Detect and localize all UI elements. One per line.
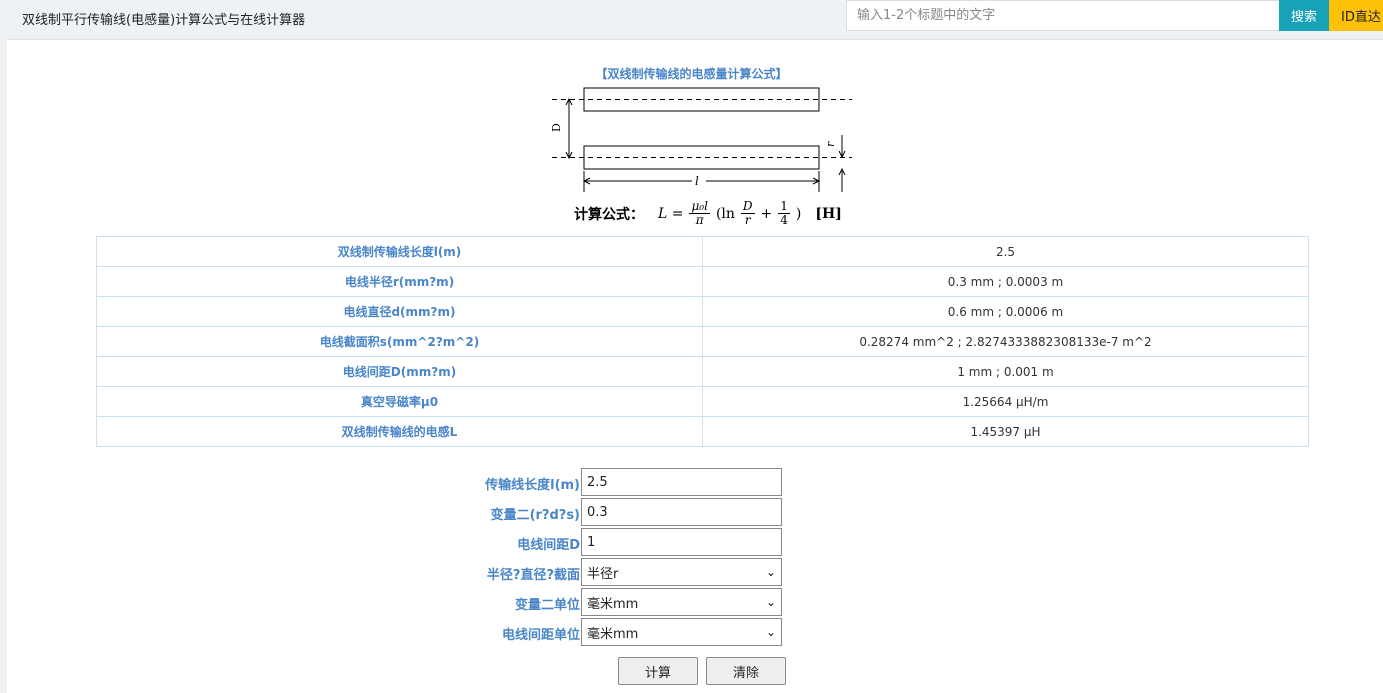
- form-row-spacing-unit: 电线间距单位 毫米mm ⌄: [0, 617, 1383, 647]
- formula-ln: (ln: [715, 205, 735, 222]
- result-value: 0.3 mm ; 0.0003 m: [702, 266, 1309, 297]
- result-label: 电线直径d(mm?m): [96, 296, 703, 327]
- result-label: 电线截面积s(mm^2?m^2): [96, 326, 703, 357]
- formula-inner-numerator: D: [740, 199, 755, 214]
- formula: 计算公式： L = μ₀l π (ln D r + 1 4 ) [H]: [574, 200, 842, 227]
- formula-plus: +: [760, 205, 773, 222]
- result-label: 真空导磁率μ0: [96, 386, 703, 417]
- l-label: l: [695, 174, 699, 188]
- formula-numerator: μ₀l: [689, 199, 710, 214]
- form-row-length: 传输线长度l(m): [0, 467, 1383, 497]
- result-value: 1.45397 μH: [702, 416, 1309, 447]
- chevron-down-icon: ⌄: [765, 565, 776, 579]
- clear-button[interactable]: 清除: [706, 657, 786, 685]
- var2-unit-label: 变量二单位: [514, 598, 580, 613]
- results-table: 双线制传输线长度l(m) 2.5 电线半径r(mm?m) 0.3 mm ; 0.00…: [96, 236, 1309, 447]
- table-row: 双线制传输线长度l(m) 2.5: [96, 236, 1309, 267]
- search-input[interactable]: [846, 0, 1280, 31]
- table-row: 电线截面积s(mm^2?m^2) 0.28274 mm^2 ; 2.8274333…: [96, 326, 1309, 357]
- formula-unit: [H]: [815, 205, 842, 222]
- d-label: D: [552, 123, 563, 132]
- table-row: 电线间距D(mm?m) 1 mm ; 0.001 m: [96, 356, 1309, 387]
- calculate-button[interactable]: 计算: [618, 657, 698, 685]
- length-input[interactable]: [581, 468, 782, 496]
- table-row: 双线制传输线的电感L 1.45397 μH: [96, 416, 1309, 447]
- result-label: 电线半径r(mm?m): [96, 266, 703, 297]
- spacing-label: 电线间距D: [517, 538, 580, 553]
- two-wire-diagram: D r l: [552, 87, 852, 192]
- length-label: 传输线长度l(m): [485, 478, 580, 493]
- spacing-unit-label: 电线间距单位: [501, 628, 580, 643]
- var2-label: 变量二(r?d?s): [490, 508, 580, 523]
- spacing-unit-select[interactable]: 毫米mm ⌄: [581, 618, 782, 646]
- formula-inner-denominator: r: [744, 213, 751, 227]
- result-value: 0.6 mm ; 0.0006 m: [702, 296, 1309, 327]
- form-row-type: 半径?直径?截面 半径r ⌄: [0, 557, 1383, 587]
- form-row-spacing: 电线间距D: [0, 527, 1383, 557]
- diagram-title: 【双线制传输线的电感量计算公式】: [595, 67, 788, 81]
- table-row: 真空导磁率μ0 1.25664 μH/m: [96, 386, 1309, 417]
- header-bar: 双线制平行传输线(电感量)计算公式与在线计算器 搜索 ID直达: [7, 0, 1383, 40]
- id-direct-button[interactable]: ID直达: [1329, 0, 1383, 31]
- formula-label: 计算公式：: [574, 206, 644, 223]
- form-row-var2-unit: 变量二单位 毫米mm ⌄: [0, 587, 1383, 617]
- table-row: 电线半径r(mm?m) 0.3 mm ; 0.0003 m: [96, 266, 1309, 297]
- spacing-unit-select-value: 毫米mm: [587, 626, 639, 642]
- type-label: 半径?直径?截面: [486, 568, 580, 583]
- formula-fraction-quarter: 1 4: [778, 200, 790, 227]
- formula-fraction-dr: D r: [740, 199, 755, 227]
- chevron-down-icon: ⌄: [765, 625, 776, 639]
- result-value: 2.5: [702, 236, 1309, 267]
- search-button[interactable]: 搜索: [1279, 0, 1329, 31]
- result-value: 1 mm ; 0.001 m: [702, 356, 1309, 387]
- formula-fraction-main: μ₀l π: [689, 199, 710, 227]
- formula-close: ): [795, 205, 802, 222]
- formula-quarter-numerator: 1: [778, 199, 790, 214]
- page-title: 双线制平行传输线(电感量)计算公式与在线计算器: [22, 13, 306, 28]
- result-label: 双线制传输线的电感L: [96, 416, 703, 447]
- var2-unit-select[interactable]: 毫米mm ⌄: [581, 588, 782, 616]
- table-row: 电线直径d(mm?m) 0.6 mm ; 0.0006 m: [96, 296, 1309, 327]
- formula-denominator: π: [695, 213, 704, 227]
- var2-input[interactable]: [581, 498, 782, 526]
- var2-unit-select-value: 毫米mm: [587, 596, 639, 612]
- type-select[interactable]: 半径r ⌄: [581, 558, 782, 586]
- formula-quarter-denominator: 4: [780, 213, 788, 227]
- result-value: 1.25664 μH/m: [702, 386, 1309, 417]
- spacing-input[interactable]: [581, 528, 782, 556]
- result-value: 0.28274 mm^2 ; 2.8274333882308133e-7 m^2: [702, 326, 1309, 357]
- formula-lhs: L =: [658, 205, 684, 222]
- form-row-var2: 变量二(r?d?s): [0, 497, 1383, 527]
- chevron-down-icon: ⌄: [765, 595, 776, 609]
- r-label: r: [824, 141, 837, 147]
- result-label: 双线制传输线长度l(m): [96, 236, 703, 267]
- result-label: 电线间距D(mm?m): [96, 356, 703, 387]
- type-select-value: 半径r: [587, 566, 619, 582]
